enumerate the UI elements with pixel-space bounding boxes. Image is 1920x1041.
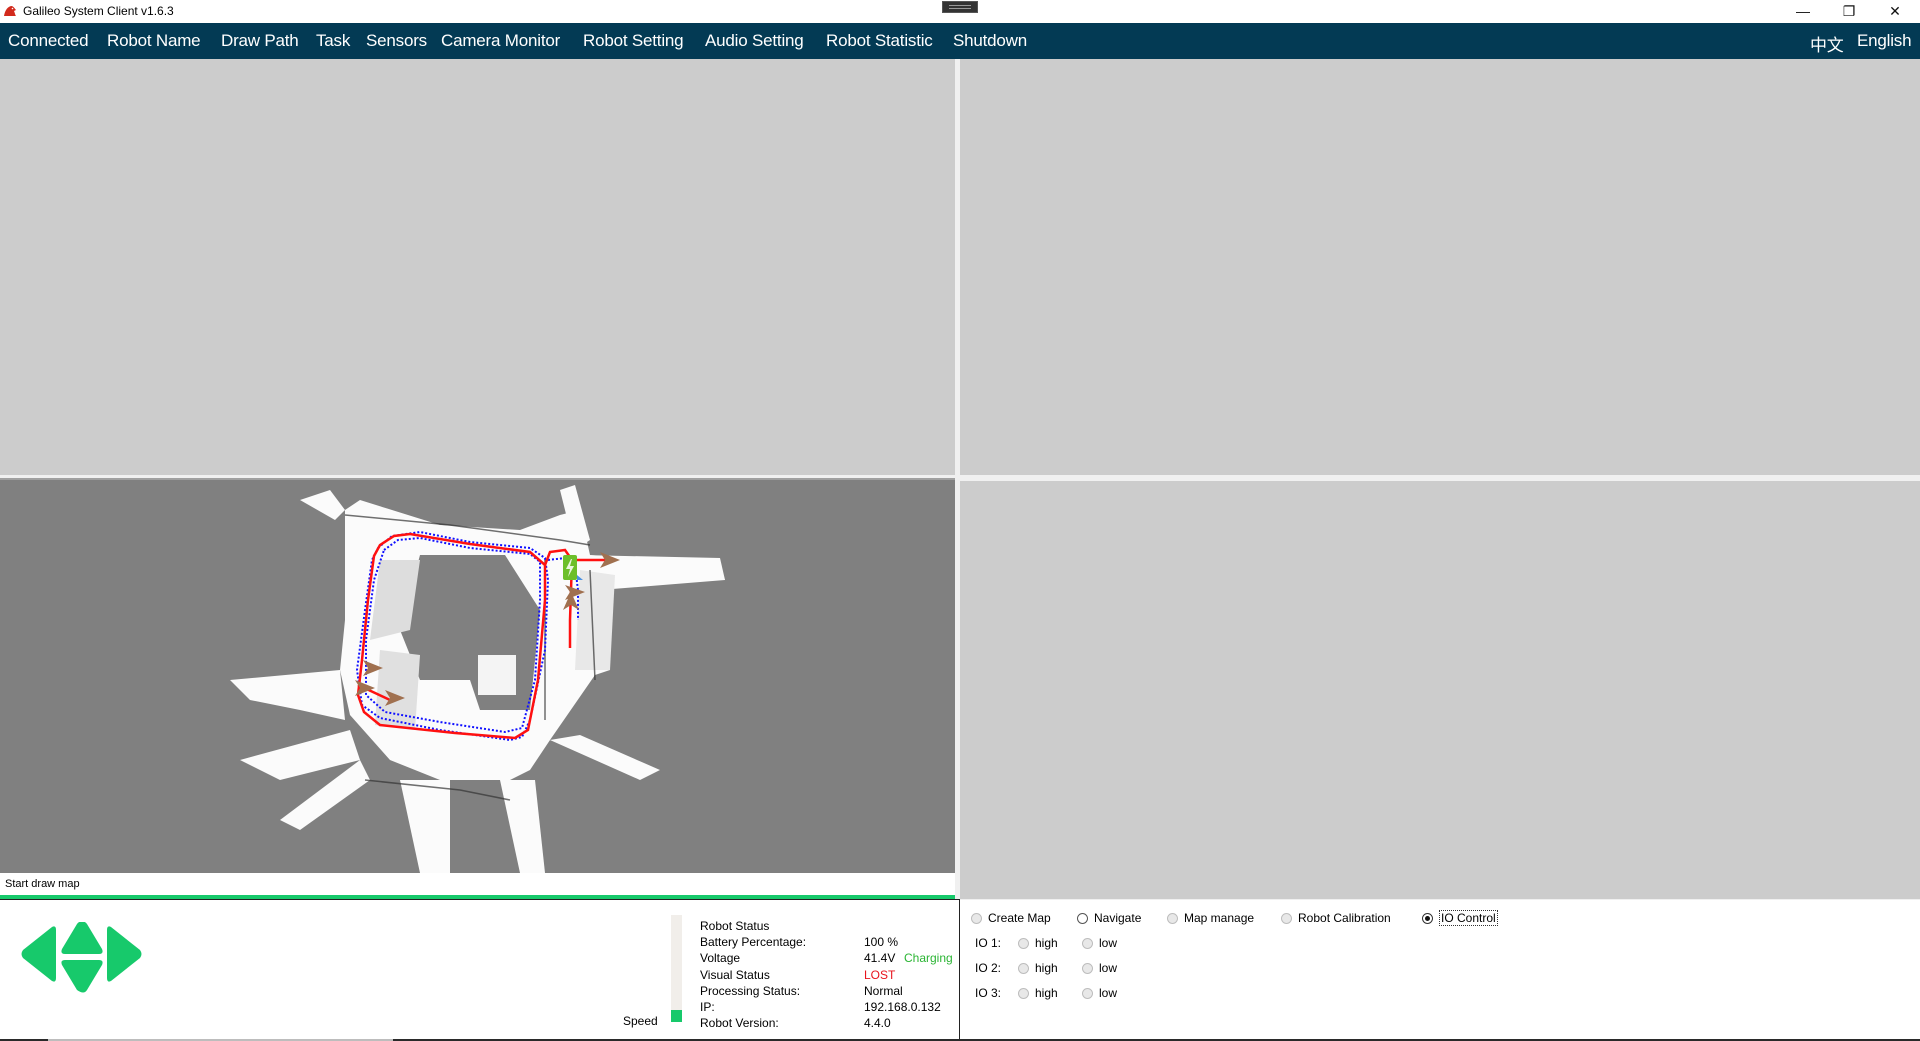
menu-robot-setting[interactable]: Robot Setting — [583, 31, 684, 51]
radio-map-manage[interactable]: Map manage — [1167, 911, 1254, 925]
radio-navigate[interactable]: Navigate — [1077, 911, 1141, 925]
mode-radio-group: Create Map Navigate Map manage Robot Cal… — [960, 910, 1920, 926]
lang-chinese[interactable]: 中文 — [1810, 31, 1844, 56]
radio-robot-calibration[interactable]: Robot Calibration — [1281, 911, 1391, 925]
version-value: 4.4.0 — [864, 1016, 891, 1031]
menu-robot-name[interactable]: Robot Name — [107, 31, 201, 51]
camera-view-top-left — [0, 59, 955, 475]
speed-slider-fill — [671, 1010, 682, 1022]
radio-icon — [1167, 912, 1178, 924]
maximize-button[interactable]: ❐ — [1826, 0, 1872, 22]
battery-value: 100 % — [864, 935, 899, 950]
close-icon: ✕ — [1889, 2, 1901, 19]
radio-create-map[interactable]: Create Map — [971, 911, 1051, 925]
restore-icon: ❐ — [1842, 2, 1856, 19]
menu-bar: Connected Robot Name Draw Path Task Sens… — [0, 23, 1920, 59]
radio-icon — [1018, 987, 1029, 999]
radio-io-control[interactable]: IO Control — [1422, 910, 1498, 926]
drag-handle[interactable] — [942, 1, 978, 13]
radio-icon — [1082, 987, 1093, 999]
speed-label: Speed — [623, 1014, 658, 1028]
menu-task[interactable]: Task — [316, 31, 350, 51]
radio-icon — [1082, 937, 1093, 949]
map-canvas[interactable] — [0, 480, 955, 873]
mode-panel: Create Map Navigate Map manage Robot Cal… — [960, 900, 1920, 1040]
map-view[interactable] — [0, 480, 955, 873]
processing-status-value: Normal — [864, 983, 903, 998]
charging-status: Charging — [904, 951, 953, 966]
radio-icon — [971, 912, 982, 924]
status-bar: Start draw map — [0, 873, 955, 895]
down-arrow-button[interactable] — [61, 960, 103, 993]
io-row-1: IO 1: high low — [975, 936, 1118, 950]
menu-audio-setting[interactable]: Audio Setting — [705, 31, 804, 51]
io3-low-radio[interactable]: low — [1082, 986, 1117, 1000]
radio-icon — [1018, 962, 1029, 974]
speed-slider[interactable] — [671, 915, 682, 1022]
status-message: Start draw map — [5, 878, 80, 890]
minimize-icon: — — [1796, 3, 1810, 19]
camera-view-bottom-right — [960, 481, 1920, 899]
io-row-3: IO 3: high low — [975, 986, 1118, 1000]
minimize-button[interactable]: — — [1780, 0, 1826, 22]
io1-high-radio[interactable]: high — [1018, 936, 1058, 950]
visual-status-value: LOST — [864, 967, 896, 982]
radio-icon — [1281, 912, 1292, 924]
io1-low-radio[interactable]: low — [1082, 936, 1117, 950]
menu-connected[interactable]: Connected — [8, 31, 89, 51]
direction-pad — [20, 922, 145, 1002]
io2-high-radio[interactable]: high — [1018, 961, 1058, 975]
control-panel — [0, 900, 959, 1040]
radio-icon — [1018, 937, 1029, 949]
io-row-2: IO 2: high low — [975, 961, 1118, 975]
right-arrow-button[interactable] — [107, 926, 142, 982]
robot-status-title: Robot Status — [700, 919, 770, 933]
window-title: Galileo System Client v1.6.3 — [23, 4, 174, 18]
radio-checked-icon — [1422, 912, 1433, 924]
menu-camera-monitor[interactable]: Camera Monitor — [441, 31, 560, 51]
left-arrow-button[interactable] — [21, 926, 57, 982]
up-arrow-button[interactable] — [61, 922, 103, 954]
ip-value: 192.168.0.132 — [864, 999, 941, 1014]
menu-shutdown[interactable]: Shutdown — [953, 31, 1027, 51]
io2-low-radio[interactable]: low — [1082, 961, 1117, 975]
app-logo-icon — [4, 6, 16, 16]
camera-view-top-right — [960, 59, 1920, 475]
menu-draw-path[interactable]: Draw Path — [221, 31, 299, 51]
menu-sensors[interactable]: Sensors — [366, 31, 427, 51]
radio-icon — [1082, 962, 1093, 974]
menu-robot-statistic[interactable]: Robot Statistic — [826, 31, 933, 51]
radio-icon — [1077, 912, 1088, 924]
title-bar: Galileo System Client v1.6.3 — ❐ ✕ — [0, 0, 1920, 23]
voltage-value: 41.4V — [864, 951, 896, 966]
io3-high-radio[interactable]: high — [1018, 986, 1058, 1000]
lang-english[interactable]: English — [1857, 31, 1912, 51]
close-button[interactable]: ✕ — [1872, 0, 1918, 22]
